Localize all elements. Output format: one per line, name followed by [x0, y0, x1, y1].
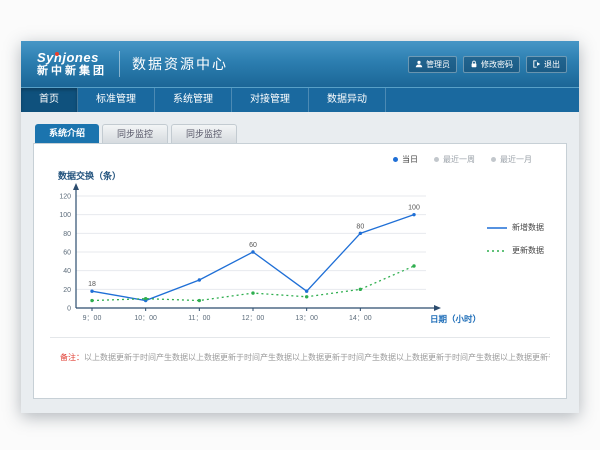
svg-text:日期（小时）: 日期（小时） [430, 314, 481, 324]
filter-last-week-label: 最近一周 [443, 154, 475, 165]
dotted-line-icon [487, 248, 507, 254]
svg-text:100: 100 [408, 205, 420, 212]
y-axis-title: 数据交换（条） [58, 169, 566, 182]
line-chart: 0 20 40 60 80 100 120 9：00 10：00 11：00 12：00 13：00 1… [40, 182, 485, 327]
filter-dot-icon [393, 157, 398, 162]
svg-text:60: 60 [63, 250, 71, 257]
footnote-label: 备注： [60, 353, 84, 362]
time-filters: 当日 最近一周 最近一月 [34, 144, 566, 165]
svg-text:80: 80 [63, 231, 71, 238]
svg-text:13：00: 13：00 [295, 315, 318, 322]
app-header: Synjones 新中新集团 数据资源中心 管理员 修改密码 [21, 41, 579, 87]
content-area: 系统介绍 同步监控 同步监控 当日 最近一周 最近一月 [21, 112, 579, 413]
admin-label: 管理员 [426, 59, 450, 70]
chart-row: 0 20 40 60 80 100 120 9：00 10：00 11：00 12：00 13：00 1… [34, 182, 566, 327]
admin-button[interactable]: 管理员 [408, 56, 457, 73]
series-legend: 新增数据 更新数据 [487, 222, 544, 256]
legend-updated-data-label: 更新数据 [512, 245, 544, 256]
svg-text:120: 120 [59, 194, 71, 201]
tab-sync-monitor-2[interactable]: 同步监控 [171, 124, 237, 143]
svg-text:10：00: 10：00 [134, 315, 157, 322]
app-window: Synjones 新中新集团 数据资源中心 管理员 修改密码 [21, 41, 579, 413]
logo: Synjones 新中新集团 [33, 51, 107, 77]
logout-icon [533, 60, 541, 68]
filter-last-month[interactable]: 最近一月 [491, 154, 532, 165]
nav-item-data-changes[interactable]: 数据异动 [309, 88, 386, 112]
nav-item-home[interactable]: 首页 [21, 88, 78, 112]
app-title: 数据资源中心 [132, 54, 228, 74]
lock-icon [470, 60, 478, 68]
svg-text:20: 20 [63, 287, 71, 294]
svg-text:60: 60 [249, 242, 257, 249]
filter-dot-icon [434, 157, 439, 162]
solid-line-icon [487, 225, 507, 231]
desktop-background: Synjones 新中新集团 数据资源中心 管理员 修改密码 [0, 0, 600, 450]
logo-accent-dot [55, 52, 59, 56]
change-password-label: 修改密码 [481, 59, 513, 70]
svg-text:40: 40 [63, 268, 71, 275]
svg-text:80: 80 [356, 223, 364, 230]
change-password-button[interactable]: 修改密码 [463, 56, 520, 73]
svg-text:9：00: 9：00 [83, 315, 102, 322]
svg-text:0: 0 [67, 306, 71, 313]
filter-today[interactable]: 当日 [393, 154, 418, 165]
chart-panel: 当日 最近一周 最近一月 数据交换（条） 0 20 40 60 80 100 120 9：00… [33, 143, 567, 399]
legend-new-data-label: 新增数据 [512, 222, 544, 233]
legend-item-new-data[interactable]: 新增数据 [487, 222, 544, 233]
footnote: 备注：以上数据更新于时间产生数据以上数据更新于时间产生数据以上数据更新于时间产生… [50, 337, 550, 363]
main-nav: 首页 标准管理 系统管理 对接管理 数据异动 [21, 87, 579, 112]
nav-item-system[interactable]: 系统管理 [155, 88, 232, 112]
svg-text:14：00: 14：00 [349, 315, 372, 322]
logout-label: 退出 [544, 59, 560, 70]
logout-button[interactable]: 退出 [526, 56, 567, 73]
filter-last-month-label: 最近一月 [500, 154, 532, 165]
svg-text:100: 100 [59, 212, 71, 219]
filter-dot-icon [491, 157, 496, 162]
filter-last-week[interactable]: 最近一周 [434, 154, 475, 165]
tab-bar: 系统介绍 同步监控 同步监控 [33, 124, 567, 143]
tab-sync-monitor-1[interactable]: 同步监控 [102, 124, 168, 143]
svg-text:12：00: 12：00 [242, 315, 265, 322]
brand-text: Synjones [37, 51, 107, 65]
svg-text:11：00: 11：00 [188, 315, 210, 322]
filter-today-label: 当日 [402, 154, 418, 165]
tab-system-intro[interactable]: 系统介绍 [35, 124, 99, 143]
footnote-text: 以上数据更新于时间产生数据以上数据更新于时间产生数据以上数据更新于时间产生数据以… [84, 353, 550, 362]
nav-item-standards[interactable]: 标准管理 [78, 88, 155, 112]
svg-text:18: 18 [88, 281, 96, 288]
header-actions: 管理员 修改密码 退出 [408, 56, 567, 73]
user-icon [415, 60, 423, 68]
company-name: 新中新集团 [37, 65, 107, 77]
header-divider [119, 51, 120, 77]
legend-item-updated-data[interactable]: 更新数据 [487, 245, 544, 256]
nav-item-integration[interactable]: 对接管理 [232, 88, 309, 112]
